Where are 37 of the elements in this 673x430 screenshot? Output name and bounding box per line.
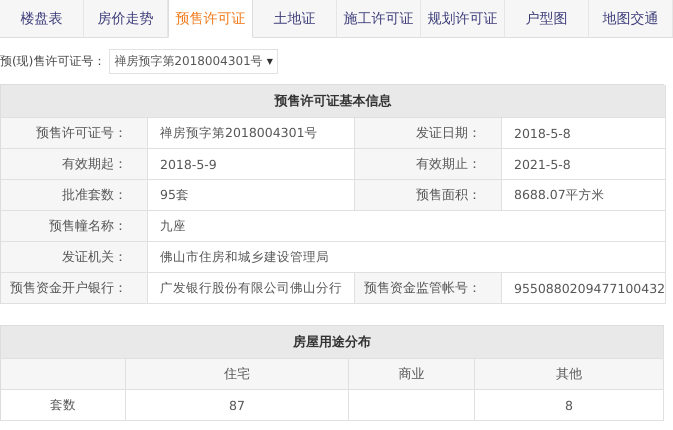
field-value: 佛山市住房和城乡建设管理局 — [148, 242, 666, 273]
column-header: 商业 — [349, 359, 475, 390]
field-label: 预售幢名称： — [1, 211, 148, 242]
table-cell: 8 — [475, 390, 664, 421]
field-value: 九座 — [148, 211, 666, 242]
field-label: 发证日期： — [355, 118, 502, 149]
field-value: 8688.07平方米 — [502, 180, 666, 211]
table-title: 预售许可证基本信息 — [1, 85, 666, 118]
tab[interactable]: 施工许可证 — [337, 0, 421, 38]
tab[interactable]: 房价走势 — [84, 0, 168, 38]
table-cell: 87 — [126, 390, 349, 421]
field-label: 有效期止： — [355, 149, 502, 180]
field-label: 预售资金开户银行： — [1, 273, 148, 304]
field-label: 预售许可证号： — [1, 118, 148, 149]
column-header: 其他 — [475, 359, 664, 390]
field-value: 9550880209477100432 — [502, 273, 666, 304]
tab[interactable]: 地图交通 — [589, 0, 673, 38]
field-value: 95套 — [148, 180, 355, 211]
row-header: 套数 — [1, 390, 126, 421]
field-label: 发证机关： — [1, 242, 148, 273]
field-label: 预售资金监管帐号： — [355, 273, 502, 304]
tab[interactable]: 楼盘表 — [0, 0, 84, 38]
column-header: 住宅 — [126, 359, 349, 390]
field-value: 2021-5-8 — [502, 149, 666, 180]
field-value: 广发银行股份有限公司佛山分行 — [148, 273, 355, 304]
field-label: 预(现)售许可证号： — [0, 52, 106, 70]
field-label: 批准套数： — [1, 180, 148, 211]
tab[interactable]: 土地证 — [253, 0, 337, 38]
field-label: 预售面积： — [355, 180, 502, 211]
permit-dropdown[interactable]: 禅房预字第2018004301号 ▼ — [109, 48, 278, 74]
field-value: 禅房预字第2018004301号 — [148, 118, 355, 149]
table-title: 房屋用途分布 — [1, 326, 664, 359]
tab[interactable]: 户型图 — [505, 0, 589, 38]
field-label: 有效期起： — [1, 149, 148, 180]
tab[interactable]: 规划许可证 — [421, 0, 505, 38]
field-value: 2018-5-9 — [148, 149, 355, 180]
field-value: 2018-5-8 — [502, 118, 666, 149]
